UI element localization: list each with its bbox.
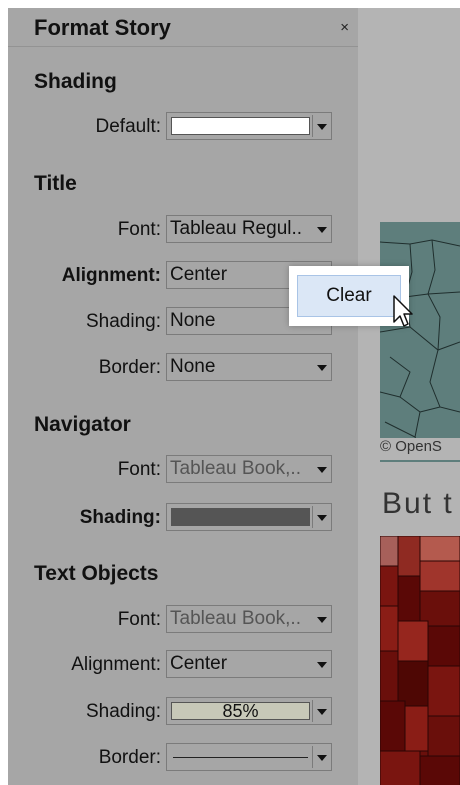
navigator-font-value: Tableau Book,.. [170, 458, 301, 479]
context-menu: Clear [289, 266, 409, 326]
title-alignment-value: Center [170, 264, 228, 285]
text-objects-font-label: Font: [117, 609, 161, 630]
default-shading-dropdown[interactable] [166, 112, 332, 140]
format-story-panel: Format Story × Shading Default: Title Fo… [8, 8, 358, 785]
chevron-down-icon [317, 662, 327, 668]
chevron-down-icon [317, 515, 327, 521]
clear-menu-item[interactable]: Clear [297, 275, 401, 317]
text-objects-shading-swatch: 85% [171, 702, 310, 720]
teal-map[interactable] [380, 222, 460, 462]
title-font-dropdown[interactable]: Tableau Regul.. [166, 215, 332, 243]
dropdown-separator [312, 746, 313, 768]
title-shading-value: None [170, 310, 216, 331]
navigator-font-label: Font: [117, 459, 161, 480]
title-shading-label: Shading: [85, 311, 161, 332]
default-shading-label: Default: [95, 116, 161, 137]
section-shading: Shading [34, 70, 117, 93]
navigator-shading-dropdown[interactable] [166, 503, 332, 531]
section-navigator: Navigator [34, 413, 131, 436]
text-objects-shading-dropdown[interactable]: 85% [166, 697, 332, 725]
panel-title: Format Story [34, 15, 171, 40]
default-shading-swatch [171, 117, 310, 135]
border-line-sample [173, 757, 308, 758]
close-icon[interactable]: × [340, 19, 349, 36]
chevron-down-icon [317, 124, 327, 130]
chevron-down-icon [317, 227, 327, 233]
red-map-boundaries [380, 536, 460, 785]
navigator-font-dropdown[interactable]: Tableau Book,.. [166, 455, 332, 483]
map-credit: © OpenS [380, 438, 460, 460]
title-border-value: None [170, 356, 216, 377]
panel-header: Format Story × [8, 8, 358, 47]
chevron-down-icon [317, 617, 327, 623]
chevron-down-icon [317, 755, 327, 761]
teal-map-boundaries [380, 239, 460, 458]
title-border-dropdown[interactable]: None [166, 353, 332, 381]
text-objects-font-value: Tableau Book,.. [170, 608, 301, 629]
text-objects-alignment-value: Center [170, 653, 228, 674]
title-font-label: Font: [117, 219, 161, 240]
title-alignment-label: Alignment: [61, 265, 161, 286]
story-canvas: © OpenS But t [358, 8, 460, 785]
chevron-down-icon [317, 467, 327, 473]
text-objects-border-label: Border: [98, 747, 161, 768]
dropdown-separator [312, 115, 313, 137]
section-title: Title [34, 172, 77, 195]
chevron-down-icon [317, 365, 327, 371]
mouse-pointer-icon [393, 295, 413, 327]
text-objects-alignment-dropdown[interactable]: Center [166, 650, 332, 678]
navigator-shading-swatch [171, 508, 310, 526]
text-objects-alignment-label: Alignment: [71, 654, 161, 675]
chevron-down-icon [317, 709, 327, 715]
navigator-shading-label: Shading: [79, 507, 161, 528]
dropdown-separator [312, 700, 313, 722]
title-font-value: Tableau Regul.. [170, 218, 303, 239]
text-objects-border-dropdown[interactable] [166, 743, 332, 771]
text-objects-shading-label: Shading: [85, 701, 161, 722]
text-objects-font-dropdown[interactable]: Tableau Book,.. [166, 605, 332, 633]
story-text: But t [382, 487, 454, 520]
red-map[interactable] [380, 536, 460, 785]
section-text-objects: Text Objects [34, 562, 159, 585]
dropdown-separator [312, 506, 313, 528]
title-border-label: Border: [98, 357, 161, 378]
